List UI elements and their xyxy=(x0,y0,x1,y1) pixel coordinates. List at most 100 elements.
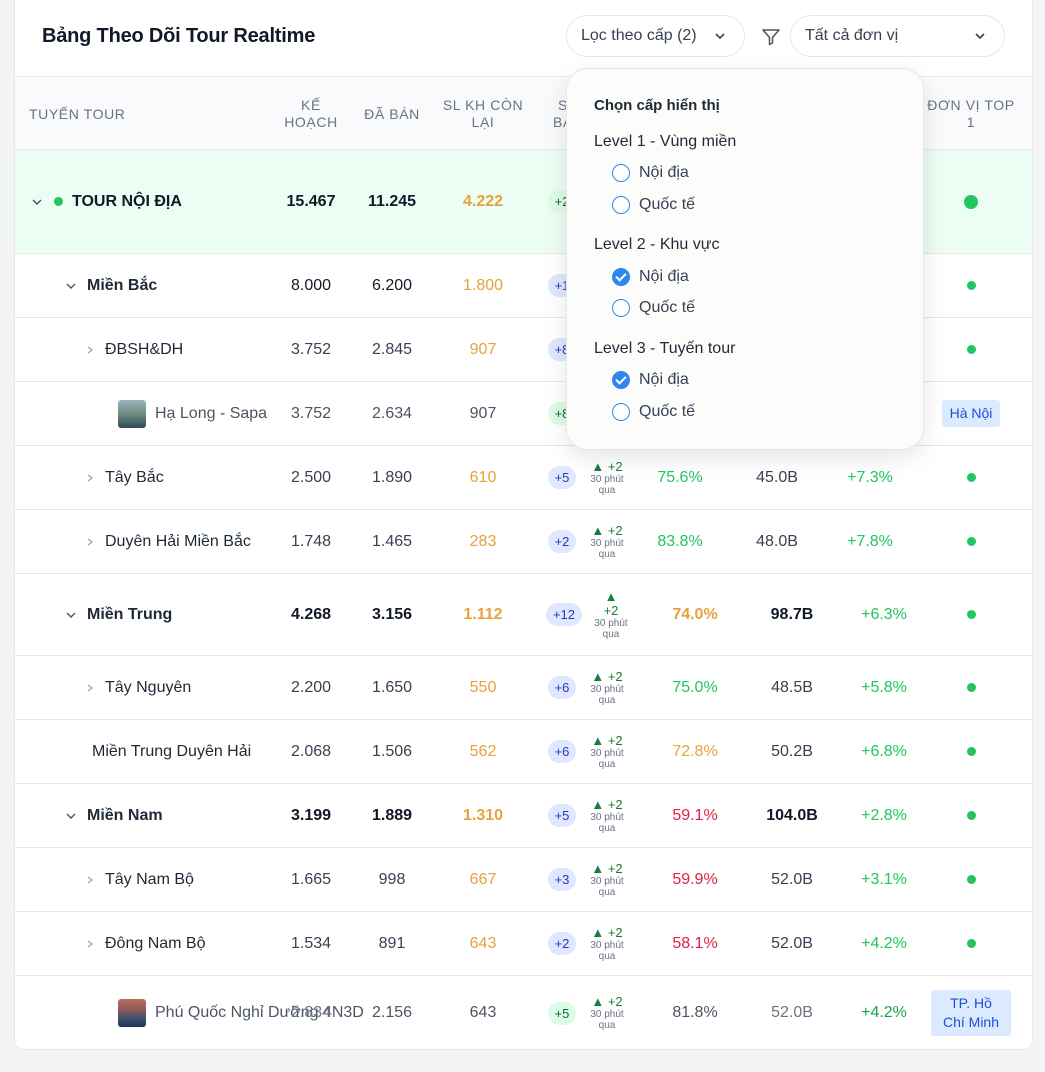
unit-select[interactable]: Tất cả đơn vị xyxy=(790,15,1005,57)
sold-badge: +2 xyxy=(547,932,577,955)
status-dot xyxy=(966,473,976,482)
trend-indicator: ▲ +2 30 phút qua xyxy=(590,458,624,496)
cell-growth: +2.8% xyxy=(861,806,907,824)
row-name: Đông Nam Bộ xyxy=(105,934,206,952)
radio-checked-icon[interactable] xyxy=(612,268,630,286)
tour-thumbnail xyxy=(118,999,146,1027)
cell-plan: 3.199 xyxy=(290,806,332,824)
level-1-heading: Level 1 - Vùng miền xyxy=(594,133,737,150)
status-dot xyxy=(54,197,63,206)
chevron-right-icon[interactable] xyxy=(85,939,95,949)
cell-rate: 58.1% xyxy=(672,934,718,952)
top-unit-tag: TP. Hồ Chí Minh xyxy=(931,990,1011,1036)
status-dot xyxy=(966,537,976,546)
row-name: ĐBSH&DH xyxy=(105,340,184,358)
cell-sold: 2.156 xyxy=(371,1004,413,1021)
sold-badge: +2 xyxy=(547,530,577,553)
cell-remaining: 907 xyxy=(469,340,497,358)
chevron-down-icon xyxy=(715,33,725,40)
cell-sold: 1.889 xyxy=(371,806,413,824)
cell-remaining: 667 xyxy=(469,870,497,888)
chevron-down-icon[interactable] xyxy=(65,280,77,292)
chevron-down-icon[interactable] xyxy=(30,195,44,209)
status-dot xyxy=(966,610,976,619)
cell-sold: 1.465 xyxy=(371,532,413,550)
table-row[interactable]: Đông Nam Bộ 1.534 891 643 +2 ▲ +2 30 phút… xyxy=(15,912,1032,976)
cell-rate: 72.8% xyxy=(672,742,718,760)
level-3-option-domestic[interactable]: Nội địa xyxy=(612,371,689,389)
cell-revenue: 50.2B xyxy=(771,742,813,760)
radio-unchecked-icon[interactable] xyxy=(612,403,630,421)
status-dot xyxy=(966,345,976,354)
level-2-option-domestic[interactable]: Nội địa xyxy=(612,268,689,286)
column-header-sold[interactable]: ĐÃ BÁN xyxy=(359,106,425,123)
table-row[interactable]: Miền Nam 3.199 1.889 1.310 +5 ▲ +2 30 phú… xyxy=(15,784,1032,848)
unit-select-value: Tất cả đơn vị xyxy=(805,27,899,44)
cell-plan: 15.467 xyxy=(286,192,336,210)
filter-icon[interactable] xyxy=(761,27,781,47)
chevron-right-icon[interactable] xyxy=(85,537,95,547)
cell-remaining: 1.112 xyxy=(463,605,503,623)
row-name: Miền Nam xyxy=(87,806,163,824)
cell-plan: 1.748 xyxy=(290,532,332,550)
cell-rate: 59.9% xyxy=(672,870,718,888)
trend-indicator: ▲ +2 30 phút qua xyxy=(590,732,624,770)
cell-plan: 2.068 xyxy=(290,742,332,760)
row-name: Miền Trung xyxy=(87,605,173,623)
cell-growth: +4.2% xyxy=(861,934,907,952)
trend-indicator: ▲ +2 30 phút qua xyxy=(590,796,624,834)
cell-revenue: 104.0B xyxy=(766,806,818,824)
chevron-down-icon[interactable] xyxy=(65,609,77,621)
cell-plan: 3.752 xyxy=(290,404,332,422)
chevron-right-icon[interactable] xyxy=(85,345,95,355)
cell-growth: +6.3% xyxy=(861,605,907,623)
cell-remaining: 1.310 xyxy=(462,806,504,824)
tour-thumbnail xyxy=(118,399,146,428)
cell-rate: 75.0% xyxy=(672,678,718,696)
radio-unchecked-icon[interactable] xyxy=(612,299,630,317)
chevron-right-icon[interactable] xyxy=(85,683,95,693)
cell-remaining: 283 xyxy=(469,532,497,550)
table-row[interactable]: Tây Nguyên 2.200 1.650 550 +6 ▲ +2 30 phú… xyxy=(15,656,1032,720)
cell-revenue: 48.0B xyxy=(756,532,798,550)
cell-sold: 891 xyxy=(378,934,406,952)
chevron-down-icon[interactable] xyxy=(65,810,77,822)
table-row[interactable]: Duyên Hải Miền Bắc 1.748 1.465 283 +2 ▲ … xyxy=(15,510,1032,574)
cell-sold: 1.890 xyxy=(371,468,413,486)
cell-sold: 2.845 xyxy=(371,340,413,358)
cell-remaining: 4.222 xyxy=(462,192,504,210)
sold-badge: +5 xyxy=(547,804,577,827)
level-filter-button[interactable]: Lọc theo cấp (2) xyxy=(566,15,745,57)
cell-revenue: 98.7B xyxy=(770,605,814,623)
level-2-option-international[interactable]: Quốc tế xyxy=(612,299,695,317)
level-3-option-international[interactable]: Quốc tế xyxy=(612,403,695,421)
table-row[interactable]: Phú Quốc Nghỉ Dưỡng 4N3D 2.834 2.156 643… xyxy=(15,976,1032,1049)
column-header-route[interactable]: TUYẾN TOUR xyxy=(29,106,126,123)
column-header-top-unit[interactable]: ĐƠN VỊ TOP 1 xyxy=(921,97,1021,131)
chevron-right-icon[interactable] xyxy=(85,473,95,483)
level-1-option-international[interactable]: Quốc tế xyxy=(612,196,695,214)
column-header-plan[interactable]: KẾ HOẠCH xyxy=(281,97,341,131)
cell-growth: +4.2% xyxy=(861,1004,907,1021)
cell-plan: 1.534 xyxy=(290,934,332,952)
sold-badge: +6 xyxy=(547,740,577,763)
cell-revenue: 52.0B xyxy=(771,934,813,952)
radio-unchecked-icon[interactable] xyxy=(612,164,630,182)
table-row[interactable]: Tây Nam Bộ 1.665 998 667 +3 ▲ +2 30 phút … xyxy=(15,848,1032,912)
status-dot xyxy=(966,747,976,756)
table-row[interactable]: Tây Bắc 2.500 1.890 610 +5 ▲ +2 30 phút q… xyxy=(15,446,1032,510)
cell-plan: 2.834 xyxy=(290,1004,332,1021)
sold-badge: +12 xyxy=(545,603,583,626)
sold-badge: +5 xyxy=(547,466,577,489)
page-title: Bảng Theo Dõi Tour Realtime xyxy=(42,25,316,47)
chevron-right-icon[interactable] xyxy=(85,875,95,885)
radio-checked-icon[interactable] xyxy=(612,371,630,389)
cell-rate: 83.8% xyxy=(657,532,703,550)
table-row[interactable]: Miền Trung 4.268 3.156 1.112 +12 ▲ +2 30 p… xyxy=(15,574,1032,656)
cell-remaining: 562 xyxy=(469,742,497,760)
radio-unchecked-icon[interactable] xyxy=(612,196,630,214)
table-row[interactable]: Miền Trung Duyên Hải 2.068 1.506 562 +6 … xyxy=(15,720,1032,784)
column-header-remaining[interactable]: SL KH CÒN LẠI xyxy=(440,97,526,131)
cell-growth: +7.3% xyxy=(847,468,893,486)
level-1-option-domestic[interactable]: Nội địa xyxy=(612,164,689,182)
